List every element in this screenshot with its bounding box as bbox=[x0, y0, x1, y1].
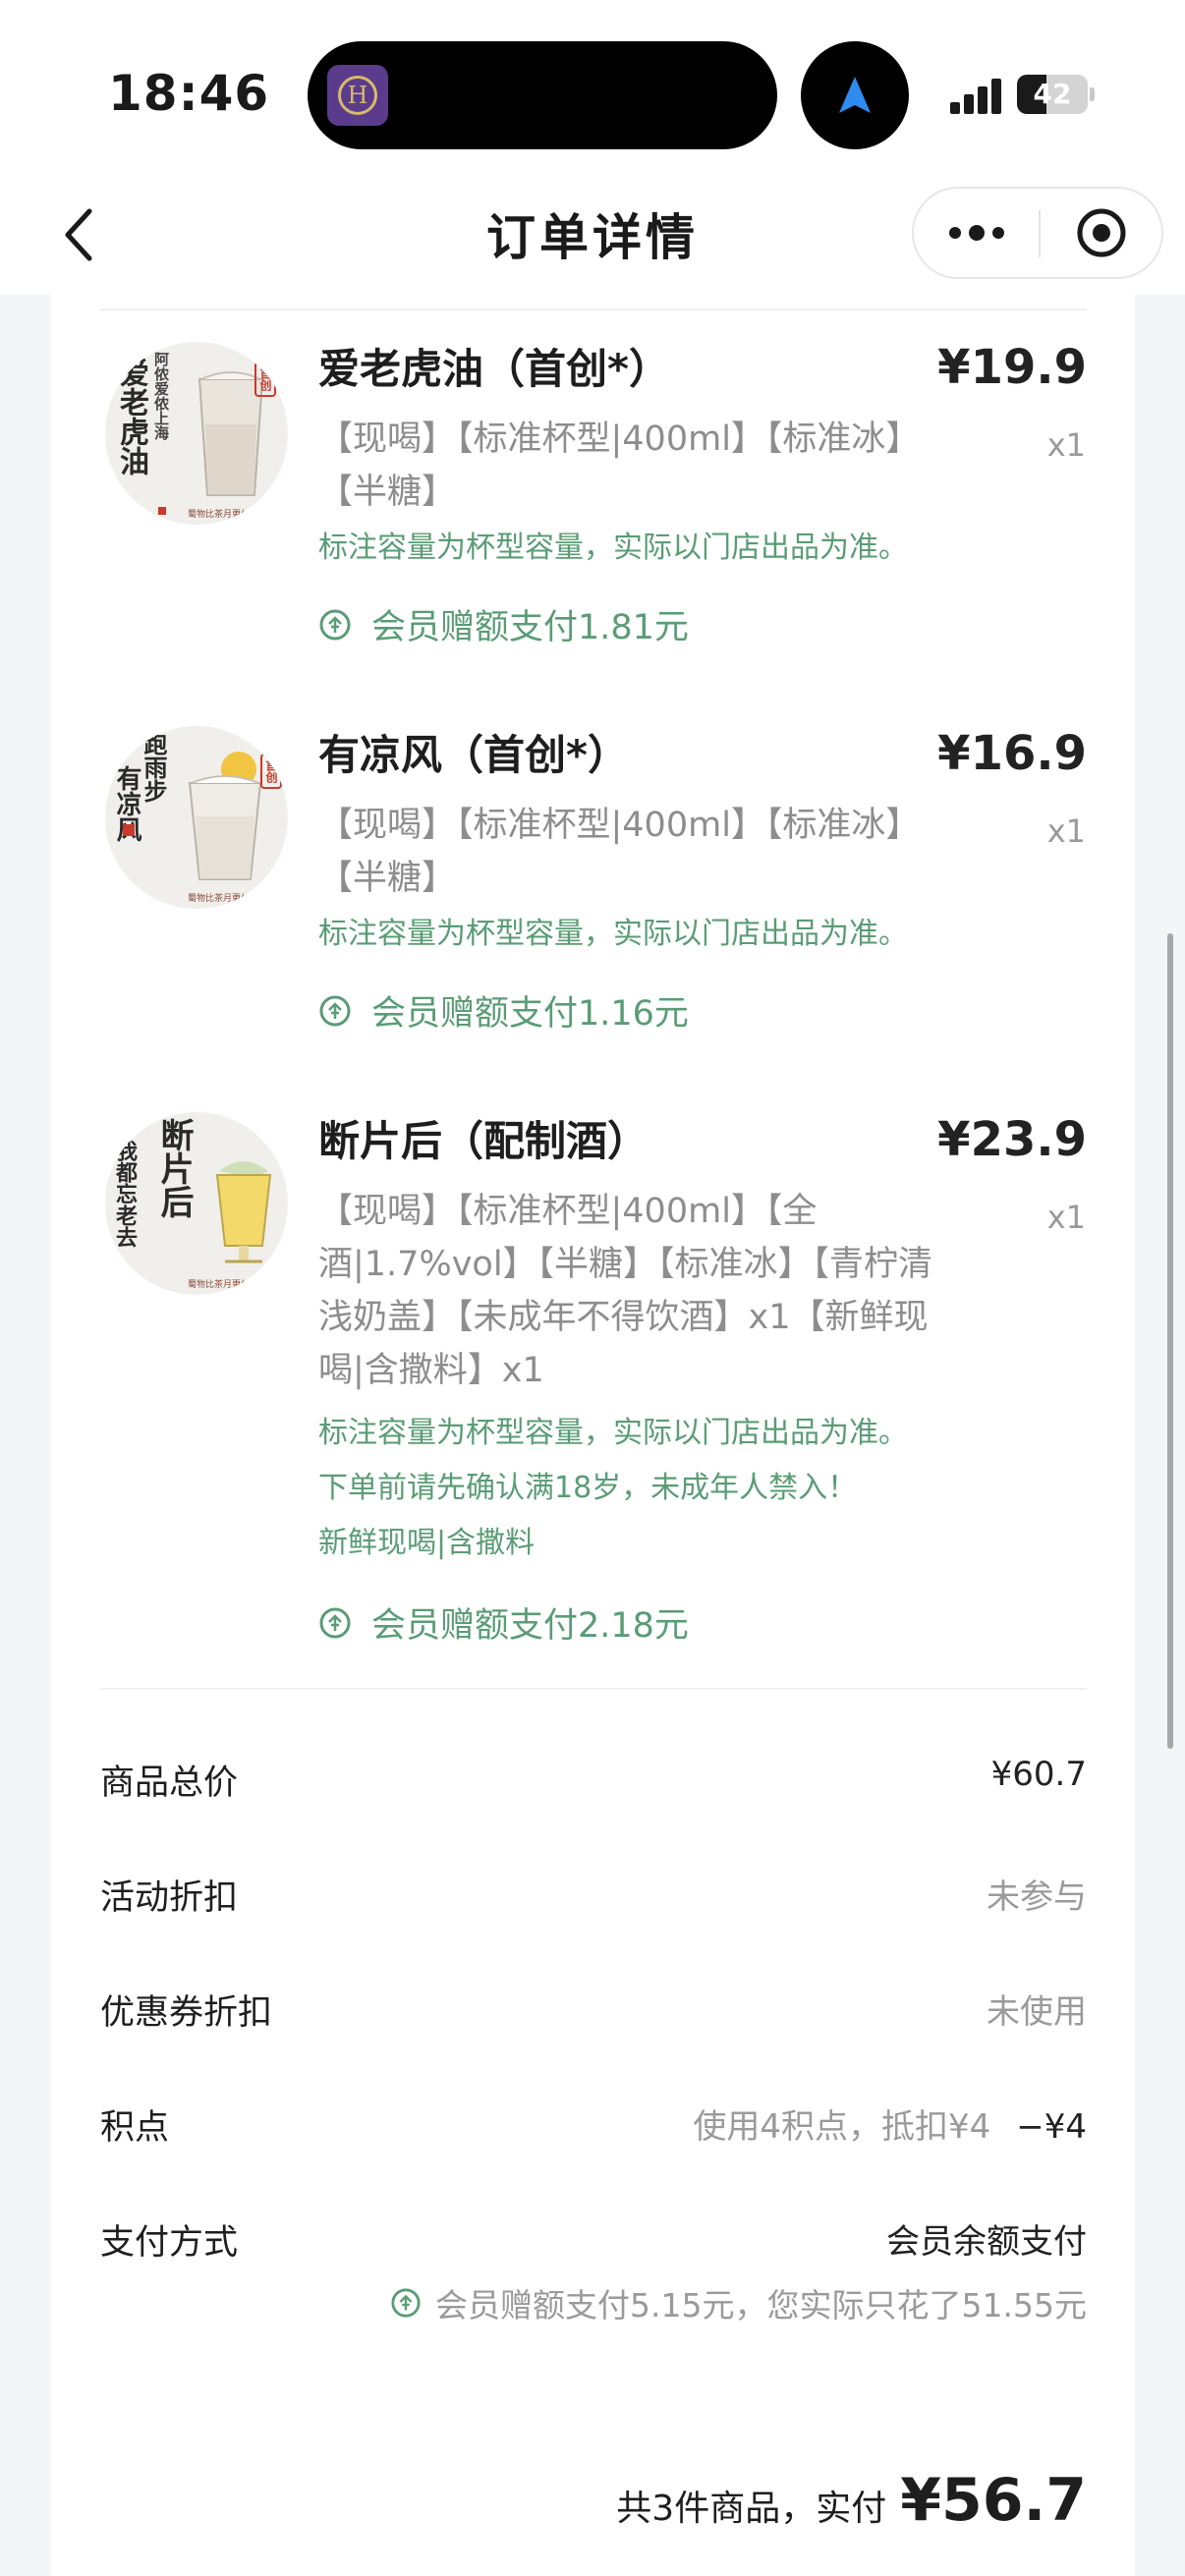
item-note: 新鲜现喝|含撒料 bbox=[318, 1526, 536, 1560]
item-spec: 【现喝】【标准杯型|400ml】【全酒|1.7%vol】【半糖】【标准冰】【青柠… bbox=[318, 1192, 933, 1390]
more-dots-icon bbox=[949, 225, 1004, 241]
location-arrow-icon bbox=[801, 41, 909, 149]
product-image: 爱老虎油 阿侬爱侬上海 首创 蜀物比茶月更付茶 bbox=[105, 342, 288, 525]
summary-payment-method: 支付方式 会员余额支付 bbox=[100, 2222, 1087, 2263]
summary-points: 积点 使用4积点，抵扣¥4 −¥4 bbox=[100, 2107, 1087, 2148]
item-note: 标注容量为杯型容量，实际以门店出品为准。 bbox=[318, 1416, 908, 1450]
total-label: 共3件商品，实付 bbox=[616, 2489, 887, 2529]
close-button[interactable] bbox=[1040, 189, 1163, 277]
member-pay-icon bbox=[391, 2288, 421, 2318]
product-image: 断片后 我都忘老去 蜀物比茶月更付茶 bbox=[105, 1112, 288, 1295]
item-name: 爱老虎油（首创*） bbox=[318, 345, 670, 393]
item-quantity: x1 bbox=[1046, 1199, 1086, 1236]
item-member-pay: 会员赠额支付1.81元 bbox=[318, 599, 689, 649]
dynamic-island: H bbox=[308, 41, 777, 149]
more-button[interactable] bbox=[914, 189, 1040, 277]
summary-activity-discount: 活动折扣 未参与 bbox=[100, 1877, 1087, 1918]
item-name: 有凉风（首创*） bbox=[318, 731, 629, 779]
member-pay-icon bbox=[319, 995, 351, 1026]
member-pay-icon bbox=[319, 609, 351, 640]
mini-program-capsule bbox=[912, 187, 1163, 279]
item-quantity: x1 bbox=[1046, 426, 1086, 464]
item-note: 下单前请先确认满18岁，未成年人禁入！ bbox=[318, 1471, 858, 1505]
divider bbox=[100, 1688, 1087, 1690]
item-price: ¥16.9 bbox=[937, 726, 1087, 781]
item-note: 标注容量为杯型容量，实际以门店出品为准。 bbox=[318, 531, 908, 565]
battery-icon: 42 bbox=[1017, 75, 1088, 114]
item-price: ¥19.9 bbox=[937, 340, 1087, 395]
order-total: 共3件商品，实付 ¥56.7 bbox=[616, 2466, 1087, 2535]
close-circle-icon bbox=[1077, 208, 1126, 257]
item-member-pay: 会员赠额支付1.16元 bbox=[318, 985, 689, 1036]
scrollbar[interactable] bbox=[1167, 933, 1173, 1749]
item-price: ¥23.9 bbox=[937, 1112, 1087, 1167]
item-note: 标注容量为杯型容量，实际以门店出品为准。 bbox=[318, 917, 908, 951]
cellular-signal-icon bbox=[950, 79, 1001, 114]
item-quantity: x1 bbox=[1046, 812, 1086, 850]
status-time: 18:46 bbox=[108, 65, 270, 122]
divider bbox=[100, 308, 1087, 310]
order-card: 爱老虎油 阿侬爱侬上海 首创 蜀物比茶月更付茶 爱老虎油（首创*） ¥19.9 … bbox=[51, 295, 1135, 2576]
item-spec: 【现喝】【标准杯型|400ml】【标准冰】【半糖】 bbox=[318, 420, 921, 512]
item-spec: 【现喝】【标准杯型|400ml】【标准冰】【半糖】 bbox=[318, 806, 921, 898]
item-member-pay: 会员赠额支付2.18元 bbox=[318, 1597, 689, 1648]
battery-level: 42 bbox=[1033, 78, 1072, 110]
nav-header: 订单详情 bbox=[0, 177, 1185, 295]
summary-coupon-discount: 优惠券折扣 未使用 bbox=[100, 1992, 1087, 2033]
product-image: 有凉风 跑雨步 首创 蜀物比茶月更付茶 bbox=[105, 726, 288, 909]
summary-goods-total: 商品总价 ¥60.7 bbox=[100, 1755, 1087, 1803]
payment-note: 会员赠额支付5.15元，您实际只花了51.55元 bbox=[390, 2279, 1087, 2326]
status-bar: 18:46 H 42 bbox=[0, 0, 1185, 187]
item-name: 断片后（配制酒） bbox=[318, 1117, 649, 1165]
total-amount: ¥56.7 bbox=[900, 2466, 1087, 2535]
member-pay-icon bbox=[319, 1607, 351, 1638]
island-app-icon: H bbox=[327, 65, 388, 126]
